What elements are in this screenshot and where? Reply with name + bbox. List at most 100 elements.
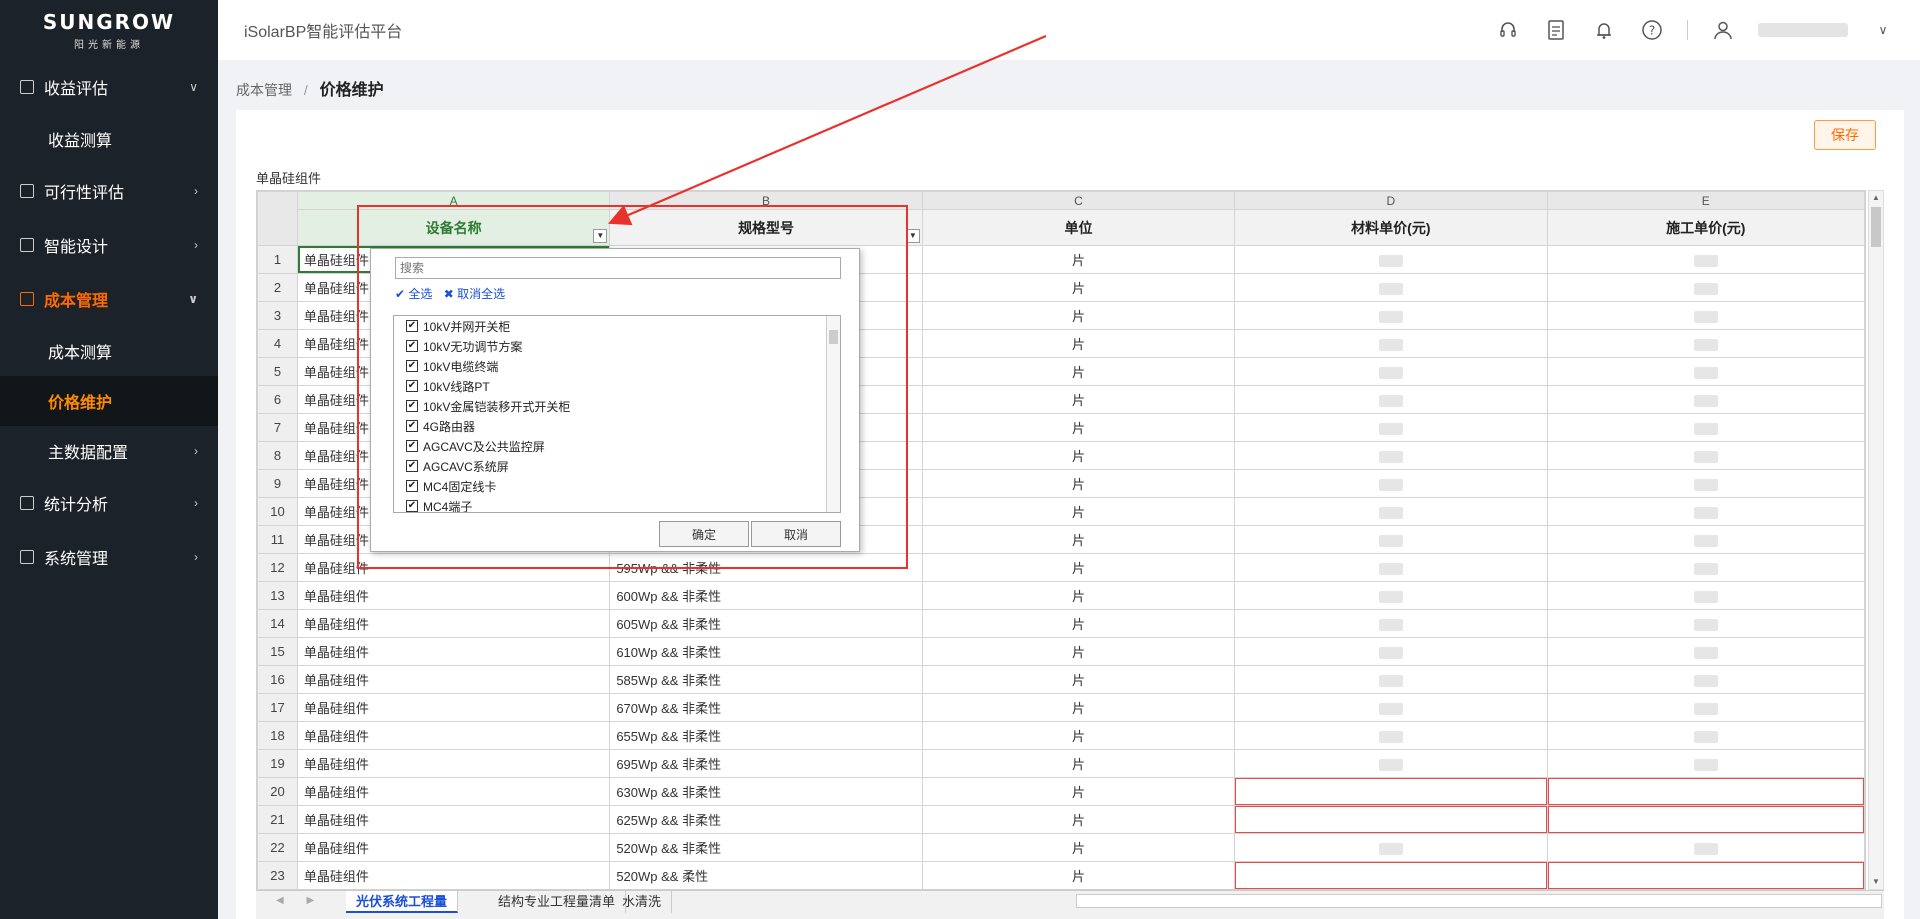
cell-spec[interactable]: 585Wp && 非柔性 bbox=[609, 665, 923, 694]
sidebar-item-3[interactable]: 智能设计 › bbox=[0, 218, 218, 272]
cell-material-price[interactable] bbox=[1234, 609, 1548, 638]
scroll-up-icon[interactable]: ▲ bbox=[1869, 191, 1883, 205]
cell-spec[interactable]: 605Wp && 非柔性 bbox=[609, 609, 923, 638]
sidebar-item-9[interactable]: 系统管理 › bbox=[0, 530, 218, 584]
checkbox-checked-icon[interactable]: ✔ bbox=[406, 480, 418, 492]
cell-unit[interactable]: 片 bbox=[921, 385, 1236, 414]
filter-dropdown-icon[interactable]: ▼ bbox=[905, 229, 920, 243]
filter-option[interactable]: ✔ MC4固定线卡 bbox=[394, 476, 840, 496]
cell-unit[interactable]: 片 bbox=[921, 273, 1236, 302]
filter-option[interactable]: ✔ 10kV金属铠装移开式开关柜 bbox=[394, 396, 840, 416]
row-number[interactable]: 16 bbox=[257, 665, 298, 694]
cell-labor-price[interactable] bbox=[1546, 273, 1865, 302]
cell-material-price[interactable] bbox=[1234, 497, 1548, 526]
row-number[interactable]: 7 bbox=[257, 413, 298, 442]
row-number[interactable]: 13 bbox=[257, 581, 298, 610]
cell-unit[interactable]: 片 bbox=[921, 497, 1236, 526]
cell-unit[interactable]: 片 bbox=[921, 469, 1236, 498]
cell-labor-price[interactable] bbox=[1546, 749, 1865, 778]
cell-material-price[interactable] bbox=[1234, 665, 1548, 694]
cell-unit[interactable]: 片 bbox=[921, 833, 1236, 862]
sidebar-item-7[interactable]: 主数据配置 › bbox=[0, 426, 218, 476]
help-icon[interactable]: ? bbox=[1639, 17, 1665, 43]
row-number[interactable]: 12 bbox=[257, 553, 298, 582]
cell-material-price[interactable] bbox=[1234, 469, 1548, 498]
cell-labor-price[interactable] bbox=[1546, 245, 1865, 274]
cell-labor-price[interactable] bbox=[1546, 581, 1865, 610]
row-number[interactable]: 22 bbox=[257, 833, 298, 862]
cell-device-name[interactable]: 单晶硅组件 bbox=[296, 721, 611, 750]
headset-icon[interactable] bbox=[1495, 17, 1521, 43]
cell-labor-price[interactable] bbox=[1546, 301, 1865, 330]
column-letter[interactable]: A bbox=[296, 191, 611, 210]
cell-spec[interactable]: 610Wp && 非柔性 bbox=[609, 637, 923, 666]
checkbox-checked-icon[interactable]: ✔ bbox=[406, 340, 418, 352]
column-header[interactable]: 规格型号 ▼ bbox=[609, 209, 923, 246]
cell-unit[interactable]: 片 bbox=[921, 609, 1236, 638]
checkbox-checked-icon[interactable]: ✔ bbox=[406, 420, 418, 432]
cell-unit[interactable]: 片 bbox=[921, 777, 1236, 806]
cell-labor-price[interactable] bbox=[1546, 469, 1865, 498]
document-icon[interactable] bbox=[1543, 17, 1569, 43]
column-header[interactable]: 施工单价(元) bbox=[1546, 209, 1865, 246]
cell-device-name[interactable]: 单晶硅组件 bbox=[296, 777, 611, 806]
cell-material-price[interactable] bbox=[1234, 833, 1548, 862]
cell-material-price[interactable] bbox=[1234, 553, 1548, 582]
cell-spec[interactable]: 595Wp && 非柔性 bbox=[609, 553, 923, 582]
cell-unit[interactable]: 片 bbox=[921, 721, 1236, 750]
cell-unit[interactable]: 片 bbox=[921, 693, 1236, 722]
cell-device-name[interactable]: 单晶硅组件 bbox=[296, 805, 611, 834]
row-number[interactable]: 5 bbox=[257, 357, 298, 386]
column-letter[interactable]: E bbox=[1546, 191, 1865, 210]
cell-unit[interactable]: 片 bbox=[921, 441, 1236, 470]
cell-device-name[interactable]: 单晶硅组件 bbox=[296, 693, 611, 722]
row-number[interactable]: 6 bbox=[257, 385, 298, 414]
filter-dropdown-icon[interactable]: ▼ bbox=[593, 229, 608, 243]
horizontal-scrollbar[interactable] bbox=[1076, 894, 1882, 908]
cell-labor-price[interactable] bbox=[1546, 525, 1865, 554]
column-header[interactable]: 设备名称 ▼ bbox=[296, 209, 611, 246]
cell-unit[interactable]: 片 bbox=[921, 665, 1236, 694]
row-number[interactable]: 3 bbox=[257, 301, 298, 330]
cell-unit[interactable]: 片 bbox=[921, 749, 1236, 778]
cell-unit[interactable]: 片 bbox=[921, 637, 1236, 666]
cell-labor-price[interactable] bbox=[1546, 805, 1865, 834]
cell-unit[interactable]: 片 bbox=[921, 805, 1236, 834]
filter-option[interactable]: ✔ 10kV并网开关柜 bbox=[394, 316, 840, 336]
user-icon[interactable] bbox=[1710, 17, 1736, 43]
filter-option[interactable]: ✔ 10kV无功调节方案 bbox=[394, 336, 840, 356]
clear-all-link[interactable]: ✖ 取消全选 bbox=[444, 287, 505, 301]
sidebar-item-0[interactable]: 收益评估 ∨ bbox=[0, 60, 218, 114]
scroll-thumb[interactable] bbox=[1871, 207, 1881, 247]
row-number[interactable]: 19 bbox=[257, 749, 298, 778]
row-number[interactable]: 1 bbox=[257, 245, 298, 274]
cell-unit[interactable]: 片 bbox=[921, 329, 1236, 358]
cell-labor-price[interactable] bbox=[1546, 413, 1865, 442]
filter-search-input[interactable] bbox=[395, 257, 841, 279]
cell-material-price[interactable] bbox=[1234, 245, 1548, 274]
cell-unit[interactable]: 片 bbox=[921, 301, 1236, 330]
row-number[interactable]: 2 bbox=[257, 273, 298, 302]
filter-list-scroll-thumb[interactable] bbox=[829, 330, 838, 344]
select-all-link[interactable]: ✔ 全选 bbox=[395, 287, 432, 301]
cell-spec[interactable]: 520Wp && 非柔性 bbox=[609, 833, 923, 862]
cell-unit[interactable]: 片 bbox=[921, 553, 1236, 582]
sheet-tab[interactable]: 光伏系统工程量 bbox=[346, 891, 459, 913]
row-number[interactable]: 9 bbox=[257, 469, 298, 498]
filter-list-scrollbar[interactable] bbox=[826, 316, 840, 512]
cell-device-name[interactable]: 单晶硅组件 bbox=[296, 637, 611, 666]
cell-device-name[interactable]: 单晶硅组件 bbox=[296, 553, 611, 582]
sidebar-item-5[interactable]: 成本测算 bbox=[0, 326, 218, 376]
cell-unit[interactable]: 片 bbox=[921, 357, 1236, 386]
cell-device-name[interactable]: 单晶硅组件 bbox=[296, 749, 611, 778]
cell-labor-price[interactable] bbox=[1546, 833, 1865, 862]
cell-device-name[interactable]: 单晶硅组件 bbox=[296, 665, 611, 694]
cell-labor-price[interactable] bbox=[1546, 777, 1865, 806]
cell-unit[interactable]: 片 bbox=[921, 861, 1236, 889]
checkbox-checked-icon[interactable]: ✔ bbox=[406, 460, 418, 472]
cell-material-price[interactable] bbox=[1234, 749, 1548, 778]
cell-unit[interactable]: 片 bbox=[921, 413, 1236, 442]
column-letter[interactable]: B bbox=[609, 191, 923, 210]
cell-spec[interactable]: 520Wp && 柔性 bbox=[609, 861, 923, 889]
cell-device-name[interactable]: 单晶硅组件 bbox=[296, 581, 611, 610]
